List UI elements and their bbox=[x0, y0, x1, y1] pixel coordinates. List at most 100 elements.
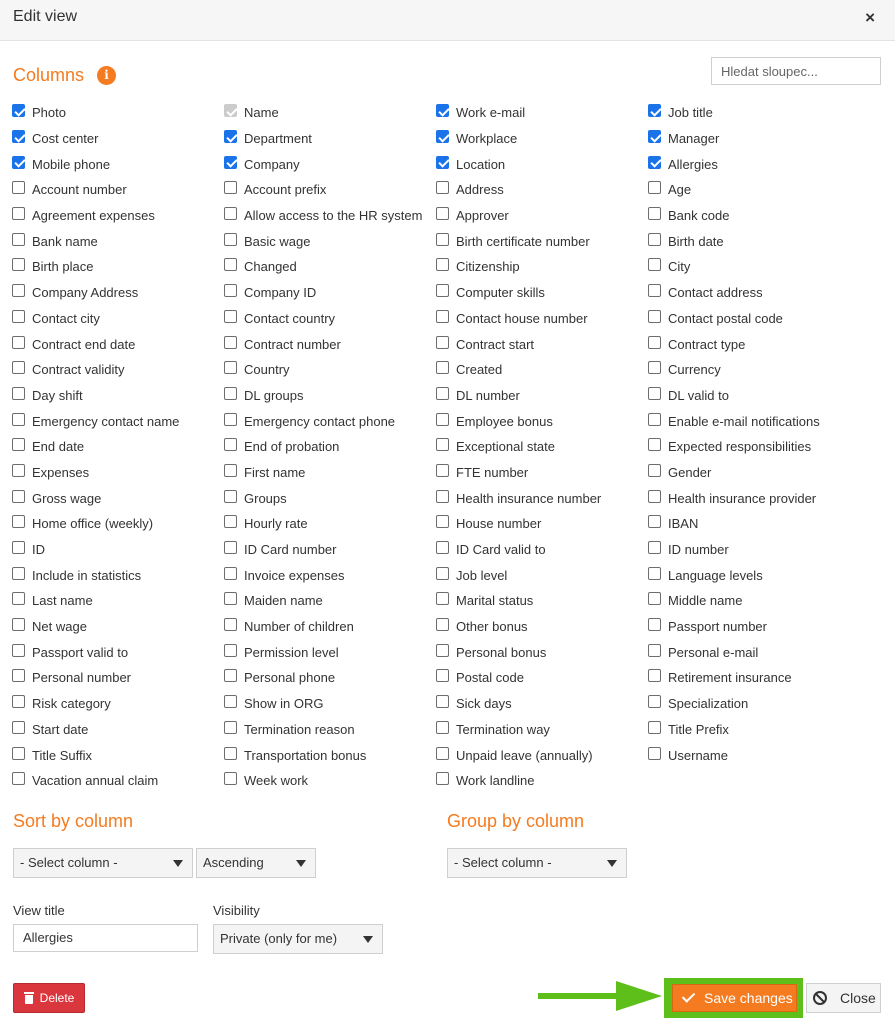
checkbox-icon[interactable] bbox=[12, 361, 25, 375]
checkbox-icon[interactable] bbox=[224, 438, 237, 452]
column-option[interactable]: Photo bbox=[12, 100, 224, 126]
column-option[interactable]: Expected responsibilities bbox=[648, 434, 860, 460]
checkbox-icon[interactable] bbox=[224, 258, 237, 272]
column-option[interactable]: Company Address bbox=[12, 280, 224, 306]
checkbox-icon[interactable] bbox=[436, 309, 449, 323]
checkbox-icon[interactable] bbox=[648, 232, 661, 246]
checkbox-icon[interactable] bbox=[12, 720, 25, 734]
column-option[interactable]: Exceptional state bbox=[436, 434, 648, 460]
checkbox-icon[interactable] bbox=[12, 258, 25, 272]
checkbox-icon[interactable] bbox=[224, 541, 237, 555]
checkbox-icon[interactable] bbox=[224, 463, 237, 477]
checkbox-icon[interactable] bbox=[436, 412, 449, 426]
checkbox-checked-icon[interactable] bbox=[648, 104, 661, 118]
column-option[interactable]: Work landline bbox=[436, 768, 648, 794]
checkbox-icon[interactable] bbox=[436, 746, 449, 760]
column-option[interactable]: Agreement expenses bbox=[12, 203, 224, 229]
checkbox-icon[interactable] bbox=[436, 566, 449, 580]
column-option[interactable]: Personal number bbox=[12, 665, 224, 691]
checkbox-checked-icon[interactable] bbox=[436, 155, 449, 169]
column-option[interactable]: Workplace bbox=[436, 126, 648, 152]
checkbox-icon[interactable] bbox=[648, 618, 661, 632]
column-option[interactable]: End date bbox=[12, 434, 224, 460]
column-option[interactable]: Contact country bbox=[224, 306, 436, 332]
column-option[interactable]: End of probation bbox=[224, 434, 436, 460]
column-option[interactable]: Home office (weekly) bbox=[12, 511, 224, 537]
column-option[interactable]: Contract start bbox=[436, 331, 648, 357]
checkbox-icon[interactable] bbox=[648, 643, 661, 657]
column-option[interactable]: IBAN bbox=[648, 511, 860, 537]
column-option[interactable]: Department bbox=[224, 126, 436, 152]
checkbox-icon[interactable] bbox=[12, 515, 25, 529]
column-option[interactable]: Day shift bbox=[12, 383, 224, 409]
checkbox-icon[interactable] bbox=[436, 669, 449, 683]
checkbox-checked-icon[interactable] bbox=[648, 130, 661, 144]
checkbox-checked-icon[interactable] bbox=[224, 155, 237, 169]
checkbox-icon[interactable] bbox=[12, 489, 25, 503]
column-option[interactable]: Personal e-mail bbox=[648, 639, 860, 665]
checkbox-icon[interactable] bbox=[648, 207, 661, 221]
column-option[interactable]: Specialization bbox=[648, 691, 860, 717]
column-option[interactable]: Bank code bbox=[648, 203, 860, 229]
checkbox-icon[interactable] bbox=[648, 566, 661, 580]
checkbox-icon[interactable] bbox=[436, 438, 449, 452]
column-option[interactable]: Health insurance provider bbox=[648, 485, 860, 511]
checkbox-icon[interactable] bbox=[224, 361, 237, 375]
checkbox-icon[interactable] bbox=[648, 181, 661, 195]
column-option[interactable]: Gender bbox=[648, 460, 860, 486]
column-option[interactable]: Start date bbox=[12, 717, 224, 743]
checkbox-icon[interactable] bbox=[12, 669, 25, 683]
column-option[interactable]: Citizenship bbox=[436, 254, 648, 280]
column-option[interactable]: Termination way bbox=[436, 717, 648, 743]
checkbox-icon[interactable] bbox=[12, 386, 25, 400]
column-option[interactable]: Contact postal code bbox=[648, 306, 860, 332]
checkbox-icon[interactable] bbox=[648, 335, 661, 349]
checkbox-icon[interactable] bbox=[224, 720, 237, 734]
checkbox-checked-icon[interactable] bbox=[648, 155, 661, 169]
column-option[interactable]: Invoice expenses bbox=[224, 562, 436, 588]
checkbox-icon[interactable] bbox=[648, 669, 661, 683]
checkbox-icon[interactable] bbox=[648, 515, 661, 529]
checkbox-icon[interactable] bbox=[648, 258, 661, 272]
checkbox-icon[interactable] bbox=[436, 258, 449, 272]
column-option[interactable]: Employee bonus bbox=[436, 408, 648, 434]
column-option[interactable]: Other bonus bbox=[436, 614, 648, 640]
checkbox-checked-icon[interactable] bbox=[224, 130, 237, 144]
visibility-select[interactable]: Private (only for me) bbox=[213, 924, 383, 954]
checkbox-icon[interactable] bbox=[224, 309, 237, 323]
column-option[interactable]: Contact address bbox=[648, 280, 860, 306]
checkbox-icon[interactable] bbox=[648, 720, 661, 734]
checkbox-icon[interactable] bbox=[436, 489, 449, 503]
checkbox-icon[interactable] bbox=[436, 463, 449, 477]
checkbox-icon[interactable] bbox=[12, 335, 25, 349]
checkbox-icon[interactable] bbox=[12, 643, 25, 657]
column-option[interactable]: City bbox=[648, 254, 860, 280]
checkbox-icon[interactable] bbox=[12, 438, 25, 452]
checkbox-icon[interactable] bbox=[436, 207, 449, 221]
checkbox-icon[interactable] bbox=[224, 772, 237, 786]
checkbox-icon[interactable] bbox=[436, 232, 449, 246]
sort-order-select[interactable]: Ascending bbox=[196, 848, 316, 878]
checkbox-icon[interactable] bbox=[648, 361, 661, 375]
column-option[interactable]: Birth place bbox=[12, 254, 224, 280]
column-option[interactable]: Title Suffix bbox=[12, 742, 224, 768]
column-option[interactable]: Unpaid leave (annually) bbox=[436, 742, 648, 768]
column-option[interactable]: Created bbox=[436, 357, 648, 383]
checkbox-icon[interactable] bbox=[224, 489, 237, 503]
column-option[interactable]: Computer skills bbox=[436, 280, 648, 306]
column-option[interactable]: Company ID bbox=[224, 280, 436, 306]
delete-button[interactable]: Delete bbox=[13, 983, 85, 1013]
checkbox-icon[interactable] bbox=[12, 207, 25, 221]
checkbox-icon[interactable] bbox=[436, 361, 449, 375]
checkbox-icon[interactable] bbox=[436, 284, 449, 298]
checkbox-icon[interactable] bbox=[12, 412, 25, 426]
column-option[interactable]: Mobile phone bbox=[12, 151, 224, 177]
checkbox-checked-icon[interactable] bbox=[436, 104, 449, 118]
close-icon[interactable]: × bbox=[865, 8, 875, 28]
checkbox-icon[interactable] bbox=[12, 309, 25, 323]
column-option[interactable]: Account prefix bbox=[224, 177, 436, 203]
column-option[interactable]: Manager bbox=[648, 126, 860, 152]
column-option[interactable]: Risk category bbox=[12, 691, 224, 717]
column-option[interactable]: Currency bbox=[648, 357, 860, 383]
column-option[interactable]: Personal phone bbox=[224, 665, 436, 691]
